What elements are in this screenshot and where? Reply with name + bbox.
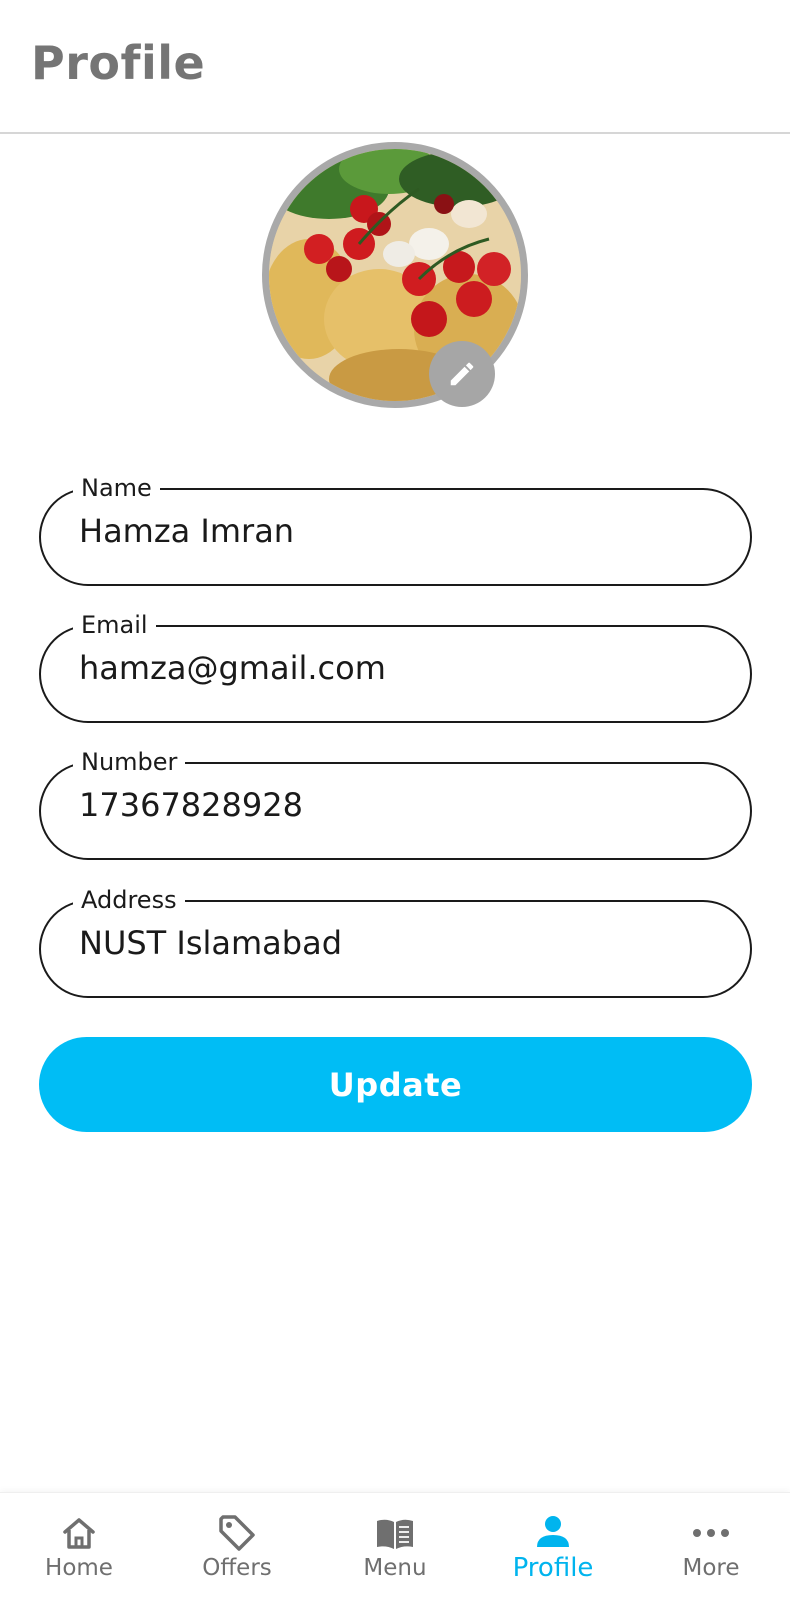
bottom-navigation: Home Offers Menu Profile More bbox=[0, 1492, 790, 1600]
pencil-icon bbox=[450, 362, 474, 386]
nav-label-more: More bbox=[682, 1555, 740, 1581]
number-field[interactable]: Number 17367828928 bbox=[39, 745, 752, 860]
nav-item-profile[interactable]: Profile bbox=[474, 1493, 632, 1600]
nav-label-home: Home bbox=[45, 1555, 113, 1581]
book-icon bbox=[377, 1519, 413, 1549]
tag-icon bbox=[219, 1515, 255, 1551]
app-header: Profile bbox=[0, 0, 790, 134]
page-title: Profile bbox=[31, 36, 206, 90]
address-field[interactable]: Address NUST Islamabad bbox=[39, 883, 752, 998]
nav-item-offers[interactable]: Offers bbox=[158, 1493, 316, 1600]
number-field-label: Number bbox=[73, 745, 186, 779]
nav-item-more[interactable]: More bbox=[632, 1493, 790, 1600]
name-input[interactable]: Hamza Imran bbox=[79, 512, 719, 550]
person-icon bbox=[537, 1516, 569, 1547]
address-field-label: Address bbox=[73, 883, 185, 917]
name-field-label: Name bbox=[73, 471, 160, 505]
edit-avatar-button[interactable] bbox=[429, 341, 495, 407]
nav-item-home[interactable]: Home bbox=[0, 1493, 158, 1600]
more-dots-icon bbox=[693, 1529, 729, 1537]
nav-item-menu[interactable]: Menu bbox=[316, 1493, 474, 1600]
email-input[interactable]: hamza@gmail.com bbox=[79, 649, 719, 687]
number-input[interactable]: 17367828928 bbox=[79, 786, 719, 824]
email-field[interactable]: Email hamza@gmail.com bbox=[39, 608, 752, 723]
nav-label-menu: Menu bbox=[363, 1555, 427, 1581]
email-field-label: Email bbox=[73, 608, 156, 642]
home-icon bbox=[63, 1518, 95, 1549]
nav-label-profile: Profile bbox=[512, 1553, 594, 1583]
address-input[interactable]: NUST Islamabad bbox=[79, 924, 719, 962]
nav-label-offers: Offers bbox=[202, 1555, 272, 1581]
update-button[interactable]: Update bbox=[39, 1037, 752, 1132]
profile-avatar bbox=[262, 142, 528, 408]
name-field[interactable]: Name Hamza Imran bbox=[39, 471, 752, 586]
